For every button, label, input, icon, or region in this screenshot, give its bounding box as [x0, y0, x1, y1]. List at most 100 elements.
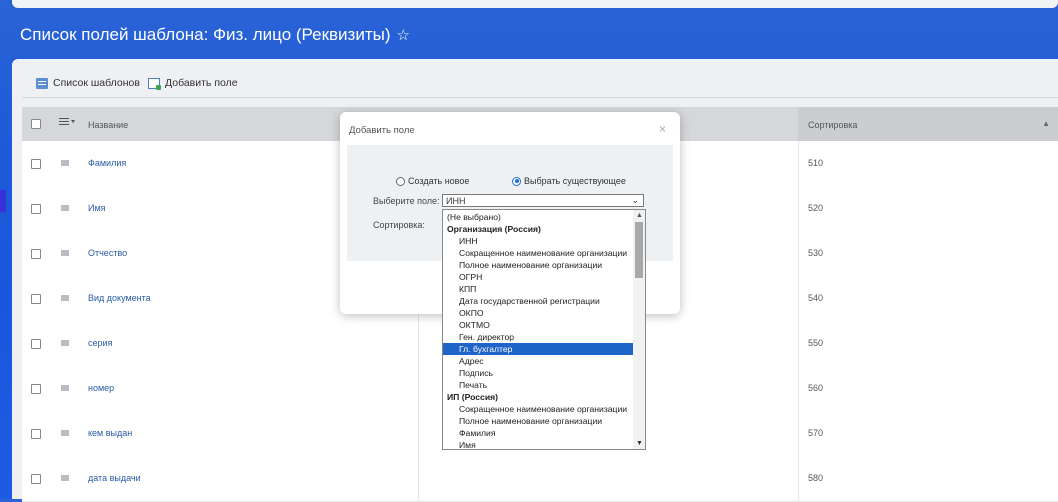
name-column-label[interactable]: Название	[88, 120, 128, 130]
dropdown-option[interactable]: КПП	[443, 283, 645, 295]
radio-create-new-dot[interactable]	[396, 176, 405, 186]
field-select-value: ИНН	[446, 196, 466, 206]
radio-choose-existing[interactable]: Выбрать существующее	[512, 176, 626, 186]
dropdown-option[interactable]: Гл. бухгалтер	[443, 343, 645, 355]
field-name-link[interactable]: дата выдачи	[88, 473, 141, 483]
field-dropdown-list[interactable]: (Не выбрано) Организация (Россия) ИНН Сокра…	[442, 209, 646, 450]
dropdown-option[interactable]: Сокращенное наименование организации	[443, 247, 645, 259]
dropdown-option[interactable]: ОКПО	[443, 307, 645, 319]
drag-handle-icon[interactable]	[61, 160, 69, 166]
sort-field-label: Сортировка:	[373, 220, 425, 230]
field-select-label: Выберите поле:	[373, 196, 440, 206]
sort-asc-icon: ▲	[1042, 119, 1050, 128]
cell-divider	[798, 276, 799, 321]
field-name-link[interactable]: серия	[88, 338, 112, 348]
cell-divider	[418, 366, 419, 411]
sort-value: 520	[808, 203, 824, 213]
dropdown-option[interactable]: Фамилия	[443, 427, 645, 439]
add-field-label: Добавить поле	[165, 77, 238, 89]
table-row[interactable]: дата выдачи 580	[22, 456, 1058, 502]
star-icon[interactable]: ☆	[397, 27, 410, 44]
radio-choose-existing-dot[interactable]	[512, 176, 521, 186]
dropdown-group-label: ИП (Россия)	[447, 392, 498, 402]
add-field-icon	[148, 77, 161, 90]
row-checkbox[interactable]	[31, 159, 41, 169]
drag-handle-icon[interactable]	[61, 475, 69, 481]
sort-value: 510	[808, 158, 824, 168]
sort-value: 570	[808, 428, 824, 438]
sort-value: 540	[808, 293, 824, 303]
field-name-link[interactable]: Отчество	[88, 248, 127, 258]
cell-divider	[418, 321, 419, 366]
sort-value: 580	[808, 473, 824, 483]
drag-handle-icon[interactable]	[61, 205, 69, 211]
dropdown-scrollbar[interactable]: ▲ ▼	[633, 210, 645, 449]
dropdown-option[interactable]: ОГРН	[443, 271, 645, 283]
field-name-link[interactable]: кем выдан	[88, 428, 132, 438]
drag-handle-icon[interactable]	[61, 295, 69, 301]
drag-handle-icon[interactable]	[61, 430, 69, 436]
page-title: Список полей шаблона: Физ. лицо (Реквизи…	[20, 25, 410, 45]
select-all-checkbox[interactable]	[31, 119, 41, 129]
row-checkbox[interactable]	[31, 204, 41, 214]
cell-divider	[798, 321, 799, 366]
radio-create-new[interactable]: Создать новое	[396, 176, 469, 186]
sort-value: 550	[808, 338, 824, 348]
radio-choose-existing-label: Выбрать существующее	[524, 176, 626, 186]
field-name-link[interactable]: Имя	[88, 203, 106, 213]
cell-divider	[798, 141, 799, 186]
cell-divider	[798, 366, 799, 411]
row-checkbox[interactable]	[31, 339, 41, 349]
row-checkbox[interactable]	[31, 249, 41, 259]
field-select[interactable]: ИНН ⌄	[442, 194, 644, 207]
dropdown-option[interactable]: Имя	[443, 439, 645, 449]
dropdown-option[interactable]: Полное наименование организации	[443, 415, 645, 427]
toolbar: Список шаблонов Добавить поле	[22, 69, 1058, 98]
top-bar	[12, 0, 1058, 8]
dropdown-option[interactable]: ОКТМО	[443, 319, 645, 331]
row-checkbox[interactable]	[31, 294, 41, 304]
cell-divider	[798, 186, 799, 231]
dropdown-option[interactable]: Подпись	[443, 367, 645, 379]
drag-handle-icon[interactable]	[61, 250, 69, 256]
field-name-link[interactable]: номер	[88, 383, 114, 393]
sort-value: 560	[808, 383, 824, 393]
cell-divider	[798, 231, 799, 276]
row-checkbox[interactable]	[31, 429, 41, 439]
templates-list-button[interactable]: Список шаблонов	[36, 77, 140, 89]
dropdown-option[interactable]: Сокращенное наименование организации	[443, 403, 645, 415]
dropdown-option[interactable]: (Не выбрано)	[443, 211, 637, 223]
templates-list-label: Список шаблонов	[53, 77, 140, 89]
cell-divider	[798, 411, 799, 456]
dropdown-option[interactable]: ИНН	[443, 235, 645, 247]
row-checkbox[interactable]	[31, 384, 41, 394]
add-field-button[interactable]: Добавить поле	[148, 77, 238, 90]
dropdown-group-label: Организация (Россия)	[447, 224, 541, 234]
row-checkbox[interactable]	[31, 474, 41, 484]
field-name-link[interactable]: Фамилия	[88, 158, 126, 168]
sort-value: 530	[808, 248, 824, 258]
left-edge-tab[interactable]	[0, 190, 6, 212]
field-name-link[interactable]: Вид документа	[88, 293, 151, 303]
chevron-down-icon: ⌄	[631, 195, 639, 205]
radio-create-new-label: Создать новое	[408, 176, 470, 186]
cell-divider	[798, 456, 799, 501]
cell-divider	[418, 456, 419, 501]
dropdown-option[interactable]: Дата государственной регистрации	[443, 295, 645, 307]
columns-menu-icon[interactable]	[59, 118, 75, 123]
dropdown-option[interactable]: Адрес	[443, 355, 645, 367]
dialog-title: Добавить поле	[349, 125, 415, 136]
cell-divider	[418, 411, 419, 456]
dropdown-option[interactable]: Печать	[443, 379, 645, 391]
drag-handle-icon[interactable]	[61, 340, 69, 346]
list-icon	[36, 77, 48, 89]
scroll-up-icon[interactable]: ▲	[636, 212, 643, 219]
sort-column-header[interactable]: Сортировка ▲	[798, 107, 1058, 141]
drag-handle-icon[interactable]	[61, 385, 69, 391]
dropdown-option[interactable]: Ген. директор	[443, 331, 645, 343]
scroll-down-icon[interactable]: ▼	[636, 440, 643, 447]
dropdown-option[interactable]: Полное наименование организации	[443, 259, 645, 271]
close-icon[interactable]: ×	[659, 122, 666, 136]
scrollbar-thumb[interactable]	[635, 222, 643, 278]
sort-column-label: Сортировка	[808, 120, 858, 130]
